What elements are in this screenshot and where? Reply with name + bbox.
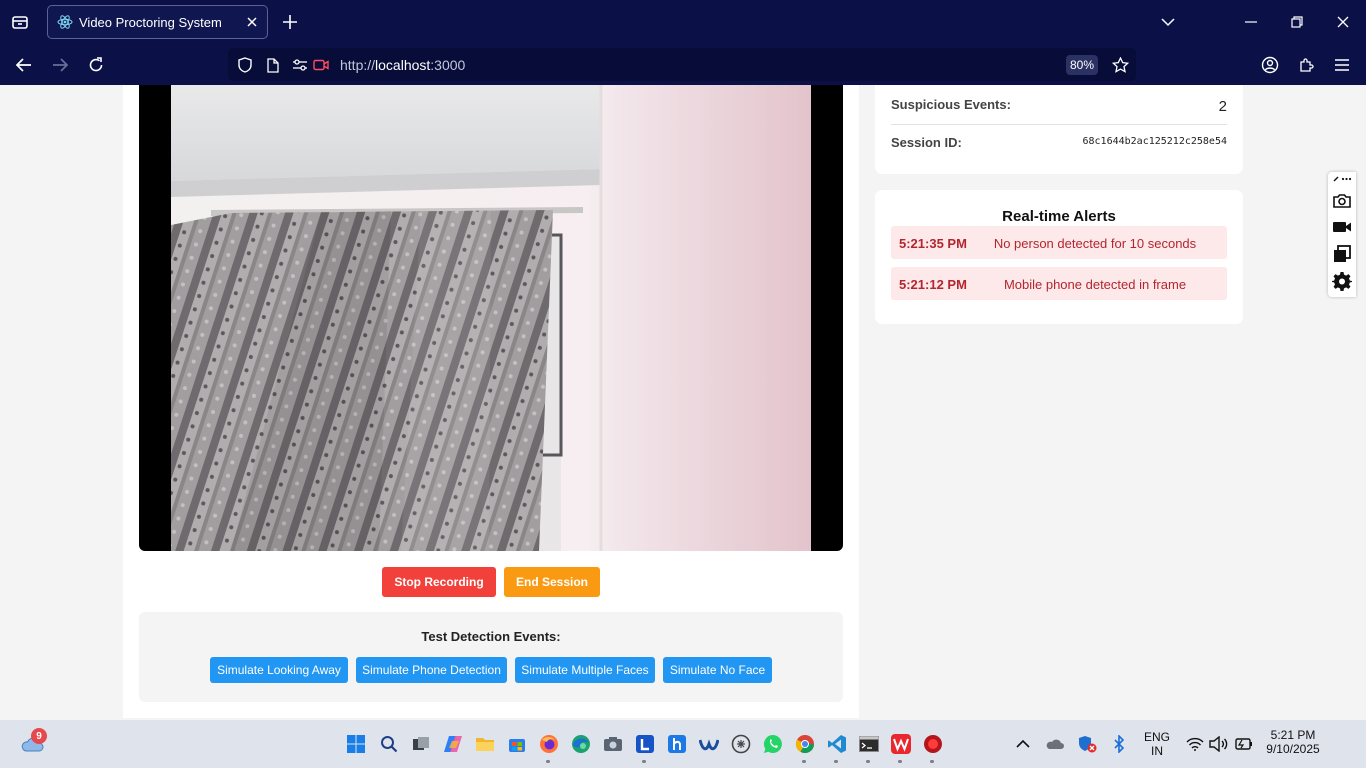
camera-sharing-icon[interactable] — [312, 56, 330, 74]
window-capture-icon[interactable] — [1331, 243, 1353, 265]
alert-item: 5:21:12 PM Mobile phone detected in fram… — [891, 267, 1227, 300]
running-indicator — [866, 760, 870, 763]
tab-list-icon[interactable] — [8, 10, 32, 34]
session-stats-card: Suspicious Events: 2 Session ID: 68c1644… — [875, 85, 1243, 174]
menu-icon[interactable] — [1329, 52, 1355, 78]
taskbar: 9 ENG IN 5:21 PM 9/10/2025 — [0, 720, 1366, 768]
terminal-icon[interactable] — [857, 732, 881, 756]
bluetooth-icon[interactable] — [1107, 732, 1131, 756]
alert-time: 5:21:12 PM — [899, 277, 967, 292]
store-icon[interactable] — [505, 732, 529, 756]
running-indicator — [834, 760, 838, 763]
wifi-icon[interactable] — [1183, 732, 1207, 756]
task-view-icon[interactable] — [409, 732, 433, 756]
security-icon[interactable] — [1075, 732, 1099, 756]
h-app-icon[interactable] — [665, 732, 689, 756]
back-icon[interactable] — [11, 52, 37, 78]
copilot-icon[interactable] — [441, 732, 465, 756]
alert-message: No person detected for 10 seconds — [993, 236, 1197, 251]
close-window-icon[interactable] — [1331, 10, 1355, 34]
alerts-card: Real-time Alerts 5:21:35 PM No person de… — [875, 190, 1243, 324]
volume-icon[interactable] — [1207, 732, 1231, 756]
divider — [891, 124, 1227, 125]
end-session-button[interactable]: End Session — [504, 567, 600, 597]
edge-icon[interactable] — [569, 732, 593, 756]
session-id-label: Session ID: — [891, 135, 962, 150]
alerts-title: Real-time Alerts — [1002, 208, 1116, 225]
start-icon[interactable] — [344, 732, 368, 756]
simulate-phone-detection-button[interactable]: Simulate Phone Detection — [356, 657, 507, 683]
camera-icon[interactable] — [1331, 189, 1353, 211]
shield-icon[interactable] — [236, 56, 254, 74]
onedrive-icon[interactable] — [1043, 732, 1067, 756]
chrome-icon[interactable] — [793, 732, 817, 756]
restore-icon[interactable] — [1285, 10, 1309, 34]
test-detection-panel: Test Detection Events: Simulate Looking … — [139, 612, 843, 702]
wps-office-icon[interactable] — [889, 732, 913, 756]
alert-time: 5:21:35 PM — [899, 236, 967, 251]
firefox-icon[interactable] — [537, 732, 561, 756]
ai-app-icon[interactable] — [729, 732, 753, 756]
browser-nav-bar: http://localhost:3000 80% — [0, 44, 1366, 85]
browser-tab-bar: Video Proctoring System — [0, 0, 1366, 44]
suspicious-events-count: 2 — [1218, 98, 1227, 115]
bookmark-star-icon[interactable] — [1111, 56, 1129, 74]
video-feed — [139, 85, 843, 551]
simulate-looking-away-button[interactable]: Simulate Looking Away — [210, 657, 348, 683]
extensions-icon[interactable] — [1293, 52, 1319, 78]
gear-icon[interactable] — [1331, 270, 1353, 292]
running-indicator — [546, 760, 550, 763]
running-indicator — [642, 760, 646, 763]
zoom-level[interactable]: 80% — [1066, 55, 1098, 75]
new-tab-icon[interactable] — [279, 11, 301, 33]
vscode-icon[interactable] — [825, 732, 849, 756]
running-indicator — [802, 760, 806, 763]
suspicious-events-label: Suspicious Events: — [891, 97, 1011, 112]
webcam-frame — [171, 85, 811, 551]
weather-badge: 9 — [31, 728, 47, 744]
screen-recorder-icon[interactable] — [921, 732, 945, 756]
whatsapp-icon[interactable] — [761, 732, 785, 756]
forward-icon[interactable] — [47, 52, 73, 78]
tab-title: Video Proctoring System — [79, 14, 222, 30]
simulate-multiple-faces-button[interactable]: Simulate Multiple Faces — [515, 657, 655, 683]
camera-app-icon[interactable] — [601, 732, 625, 756]
clock[interactable]: 5:21 PM 9/10/2025 — [1262, 728, 1324, 756]
more-options-icon[interactable] — [1331, 172, 1353, 186]
tab-video-proctoring[interactable]: Video Proctoring System — [47, 5, 268, 39]
running-indicator — [898, 760, 902, 763]
recording-panel: Stop Recording End Session Test Detectio… — [123, 85, 859, 718]
chevron-up-icon[interactable] — [1011, 732, 1035, 756]
minimize-icon[interactable] — [1239, 10, 1263, 34]
account-icon[interactable] — [1257, 52, 1283, 78]
running-indicator — [930, 760, 934, 763]
video-record-icon[interactable] — [1331, 216, 1353, 238]
file-explorer-icon[interactable] — [473, 732, 497, 756]
alert-message: Mobile phone detected in frame — [1003, 277, 1187, 292]
webex-icon[interactable] — [697, 732, 721, 756]
permissions-icon[interactable] — [291, 56, 309, 74]
search-icon[interactable] — [377, 732, 401, 756]
l-app-icon[interactable] — [633, 732, 657, 756]
test-panel-title: Test Detection Events: — [421, 629, 561, 644]
close-tab-icon[interactable] — [241, 11, 263, 33]
url-text: http://localhost:3000 — [340, 57, 466, 73]
session-id-value: 68c1644b2ac125212c258e54 — [1082, 136, 1228, 147]
language-indicator[interactable]: ENG IN — [1140, 730, 1174, 758]
url-bar[interactable]: http://localhost:3000 80% — [228, 48, 1136, 81]
simulate-no-face-button[interactable]: Simulate No Face — [663, 657, 772, 683]
chevron-down-icon[interactable] — [1156, 10, 1180, 34]
battery-icon[interactable] — [1231, 732, 1255, 756]
react-icon — [57, 14, 73, 30]
stop-recording-button[interactable]: Stop Recording — [382, 567, 496, 597]
page-info-icon[interactable] — [264, 56, 282, 74]
alert-item: 5:21:35 PM No person detected for 10 sec… — [891, 226, 1227, 259]
screen-capture-toolbar — [1328, 172, 1356, 297]
reload-icon[interactable] — [83, 52, 109, 78]
